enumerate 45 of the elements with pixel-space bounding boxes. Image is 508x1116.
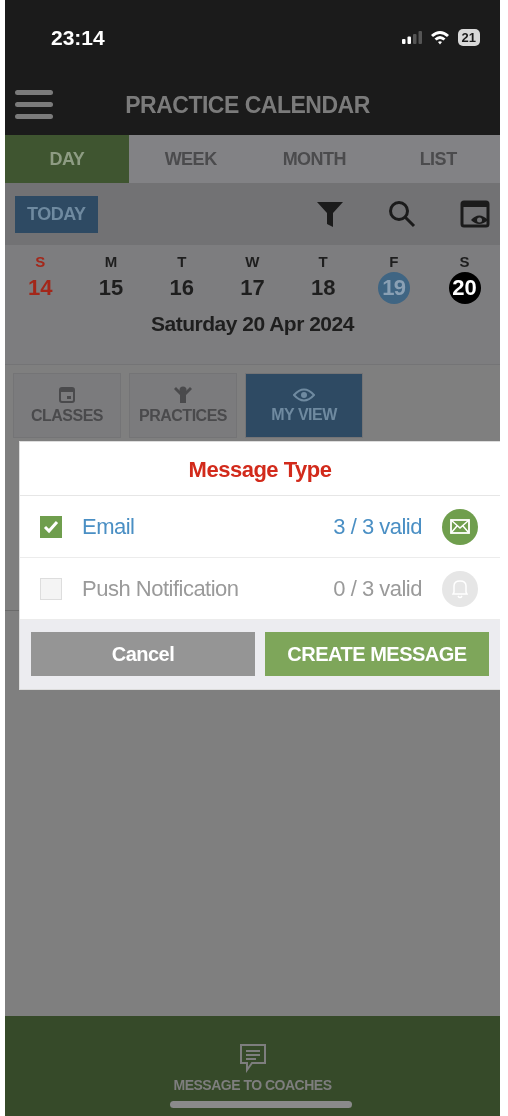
- status-time: 23:14: [51, 25, 106, 50]
- weekday-letter: T: [177, 253, 187, 270]
- weekday-letter: W: [245, 253, 260, 270]
- wifi-icon: [429, 30, 450, 45]
- option-label: Push Notification: [82, 575, 240, 602]
- day-number[interactable]: 16: [165, 272, 198, 304]
- valid-count: 3 / 3 valid: [333, 513, 422, 540]
- today-button[interactable]: TODAY: [15, 195, 98, 233]
- view-tab[interactable]: MONTH: [252, 135, 377, 183]
- dialog-title: Message Type: [20, 442, 500, 496]
- filter-icon[interactable]: [316, 200, 344, 228]
- checkbox[interactable]: [40, 515, 62, 538]
- menu-icon[interactable]: [15, 89, 55, 121]
- view-tab[interactable]: DAY: [5, 135, 129, 183]
- day-number[interactable]: 14: [24, 272, 57, 304]
- signal-icon: [401, 31, 422, 44]
- message-icon: [238, 1043, 267, 1073]
- day-number[interactable]: 17: [236, 272, 269, 304]
- message-to-coaches-button[interactable]: MESSAGE TO COACHES: [167, 1042, 338, 1094]
- option-label: Email: [82, 513, 136, 540]
- weekday-letter: T: [318, 253, 328, 270]
- cancel-button[interactable]: Cancel: [31, 632, 255, 676]
- envelope-icon: [442, 508, 478, 545]
- view-tab[interactable]: WEEK: [128, 135, 253, 183]
- person-icon: [173, 386, 193, 403]
- valid-count: 0 / 3 valid: [333, 575, 422, 602]
- calendar-icon: [59, 386, 75, 403]
- create-message-button[interactable]: CREATE MESSAGE: [265, 632, 489, 676]
- bell-icon: [442, 570, 478, 607]
- search-icon[interactable]: [388, 200, 416, 228]
- filter-tab[interactable]: MY VIEW: [245, 373, 363, 438]
- day-number[interactable]: 15: [95, 272, 128, 304]
- weekday-letter: S: [459, 253, 470, 270]
- day-number[interactable]: 18: [307, 272, 340, 304]
- weekday-letter: F: [389, 253, 399, 270]
- view-tab[interactable]: LIST: [376, 135, 500, 183]
- page-title: PRACTICE CALENDAR: [124, 91, 371, 119]
- battery-level: 21: [457, 29, 480, 46]
- weekday-letter: M: [104, 253, 118, 270]
- eye-window-icon[interactable]: [460, 200, 490, 228]
- day-number[interactable]: 20: [448, 272, 481, 304]
- weekday-letter: S: [35, 253, 46, 270]
- eye-icon: [293, 387, 315, 402]
- day-number[interactable]: 19: [377, 272, 410, 304]
- selected-date: Saturday 20 Apr 2024: [150, 312, 356, 336]
